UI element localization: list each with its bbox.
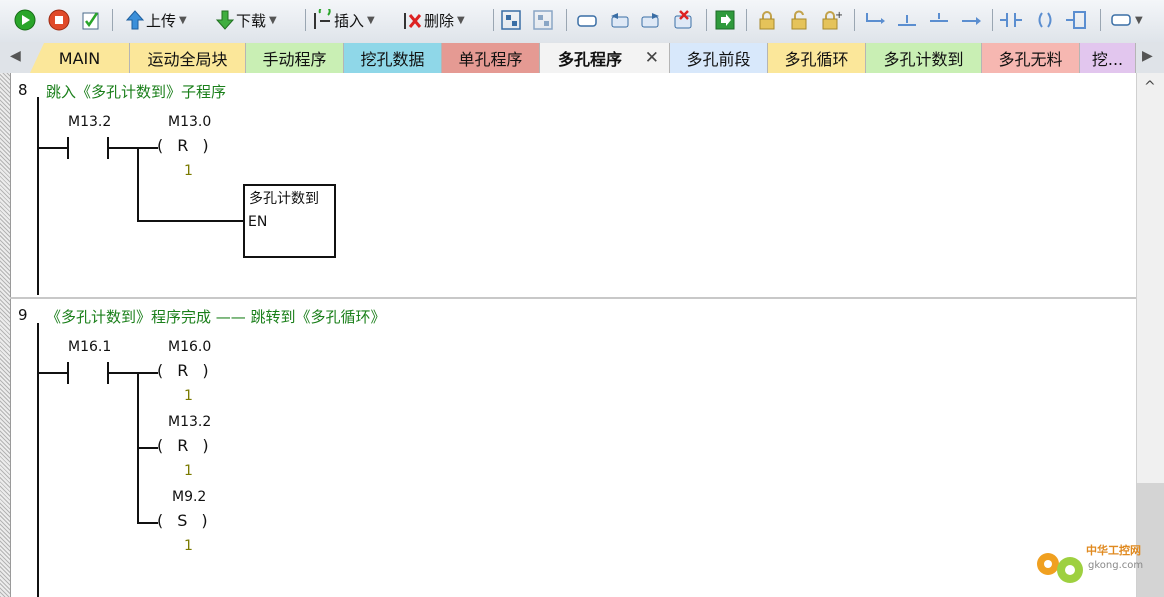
network-grid-icon[interactable] [532, 8, 554, 32]
subroutine-name: 多孔计数到 [249, 191, 319, 207]
contact-left [67, 362, 69, 384]
chevron-down-icon: ▼ [1135, 14, 1143, 26]
coil-address[interactable]: M9.2 [172, 489, 206, 505]
network-title[interactable]: 《多孔计数到》程序完成 —— 跳转到《多孔循环》 [46, 306, 386, 327]
download-arrow-icon [215, 10, 235, 30]
svg-text:+: + [835, 10, 842, 21]
coil-address[interactable]: M13.2 [168, 414, 211, 430]
upload-label: 上传 [146, 11, 177, 30]
tab-dig-more[interactable]: 挖... [1080, 43, 1136, 73]
coil-count: 1 [184, 388, 193, 404]
watermark-logo: 中华工控网 gkong.com [1030, 538, 1156, 588]
editor-margin [0, 73, 11, 597]
clear-icon[interactable] [672, 8, 694, 32]
back-icon[interactable] [608, 8, 630, 32]
run-icon[interactable] [14, 8, 36, 32]
contact-address[interactable]: M16.1 [68, 339, 111, 355]
network-number: 8 [18, 81, 28, 99]
tab-multi-empty[interactable]: 多孔无料 [982, 43, 1080, 73]
up-line-icon[interactable] [928, 8, 950, 32]
lock-icon[interactable] [756, 8, 778, 32]
tab-multi-loop[interactable]: 多孔循环 [768, 43, 866, 73]
toolbar: 上传 ▼ 下载 ▼ 插入 ▼ 删除 ▼ + ▼ [0, 0, 1164, 43]
ladder-editor[interactable]: 8 跳入《多孔计数到》子程序 M13.2 M13.0 (R) 1 多孔计数到 E… [0, 73, 1136, 597]
tab-dig-data[interactable]: 挖孔数据 [344, 43, 442, 73]
download-button[interactable]: 下载 ▼ [214, 8, 277, 32]
insert-label: 插入 [334, 11, 365, 30]
forward-icon[interactable] [640, 8, 662, 32]
coil-address[interactable]: M13.0 [168, 114, 211, 130]
coil-reset[interactable]: (R) [157, 361, 223, 380]
stop-icon[interactable] [48, 8, 70, 32]
tab-main[interactable]: MAIN [30, 43, 130, 73]
scroll-up-icon[interactable]: ^ [1144, 79, 1156, 95]
coil-count: 1 [184, 163, 193, 179]
upload-button[interactable]: 上传 ▼ [124, 8, 187, 32]
more-tools-button[interactable]: ▼ [1110, 8, 1143, 32]
tab-multi-front[interactable]: 多孔前段 [670, 43, 768, 73]
vertical-scrollbar[interactable]: ^ [1136, 73, 1164, 597]
insert-button[interactable]: 插入 ▼ [312, 8, 375, 32]
tab-single-hole[interactable]: 单孔程序 [442, 43, 540, 73]
contact-icon[interactable] [1000, 8, 1022, 32]
enable-pin: EN [248, 214, 268, 230]
upload-arrow-icon [125, 10, 145, 30]
chevron-down-icon: ▼ [367, 14, 375, 26]
right-line-icon[interactable] [960, 8, 982, 32]
network-icon[interactable] [500, 8, 522, 32]
network-divider [10, 297, 1136, 299]
coil-set[interactable]: (S) [157, 511, 222, 530]
compile-icon[interactable] [80, 8, 102, 32]
unlock-icon[interactable] [788, 8, 810, 32]
watermark-name: 中华工控网 [1086, 543, 1141, 557]
contact-address[interactable]: M13.2 [68, 114, 111, 130]
tab-scroll-left-icon[interactable]: ◀ [10, 48, 21, 64]
power-rail [37, 323, 39, 597]
lock-add-icon[interactable]: + [820, 8, 842, 32]
tab-multi-hole-active[interactable]: 多孔程序 ✕ [540, 43, 670, 73]
delete-button[interactable]: 删除 ▼ [402, 8, 465, 32]
coil-reset[interactable]: (R) [157, 436, 223, 455]
tab-bar: ◀ MAIN 运动全局块 手动程序 挖孔数据 单孔程序 多孔程序 ✕ 多孔前段 … [0, 42, 1164, 74]
network-title[interactable]: 跳入《多孔计数到》子程序 [46, 81, 226, 102]
coil-address[interactable]: M16.0 [168, 339, 211, 355]
chevron-down-icon: ▼ [457, 14, 465, 26]
tab-multi-count[interactable]: 多孔计数到 [866, 43, 982, 73]
tab-motion-global[interactable]: 运动全局块 [130, 43, 246, 73]
comment-icon[interactable] [576, 8, 598, 32]
coil-count: 1 [184, 463, 193, 479]
coil-count: 1 [184, 538, 193, 554]
down-line-icon[interactable] [896, 8, 918, 32]
power-rail [37, 97, 39, 295]
frame-icon [1111, 14, 1131, 26]
coil-icon[interactable] [1034, 8, 1056, 32]
insert-icon [314, 9, 331, 29]
chevron-down-icon: ▼ [179, 14, 187, 26]
delete-label: 删除 [424, 11, 455, 30]
subroutine-call-box[interactable]: 多孔计数到 EN [243, 184, 336, 258]
goto-icon[interactable] [714, 8, 736, 32]
watermark-site: gkong.com [1088, 560, 1143, 571]
download-label: 下载 [236, 11, 267, 30]
tab-scroll-right-icon[interactable]: ▶ [1142, 48, 1153, 64]
close-icon[interactable]: ✕ [645, 48, 659, 68]
chevron-down-icon: ▼ [269, 14, 277, 26]
box-icon[interactable] [1066, 8, 1088, 32]
branch-icon[interactable] [864, 8, 886, 32]
network-number: 9 [18, 306, 28, 324]
contact-left [67, 137, 69, 159]
coil-reset[interactable]: (R) [157, 136, 223, 155]
delete-icon [404, 13, 422, 29]
tab-manual[interactable]: 手动程序 [246, 43, 344, 73]
